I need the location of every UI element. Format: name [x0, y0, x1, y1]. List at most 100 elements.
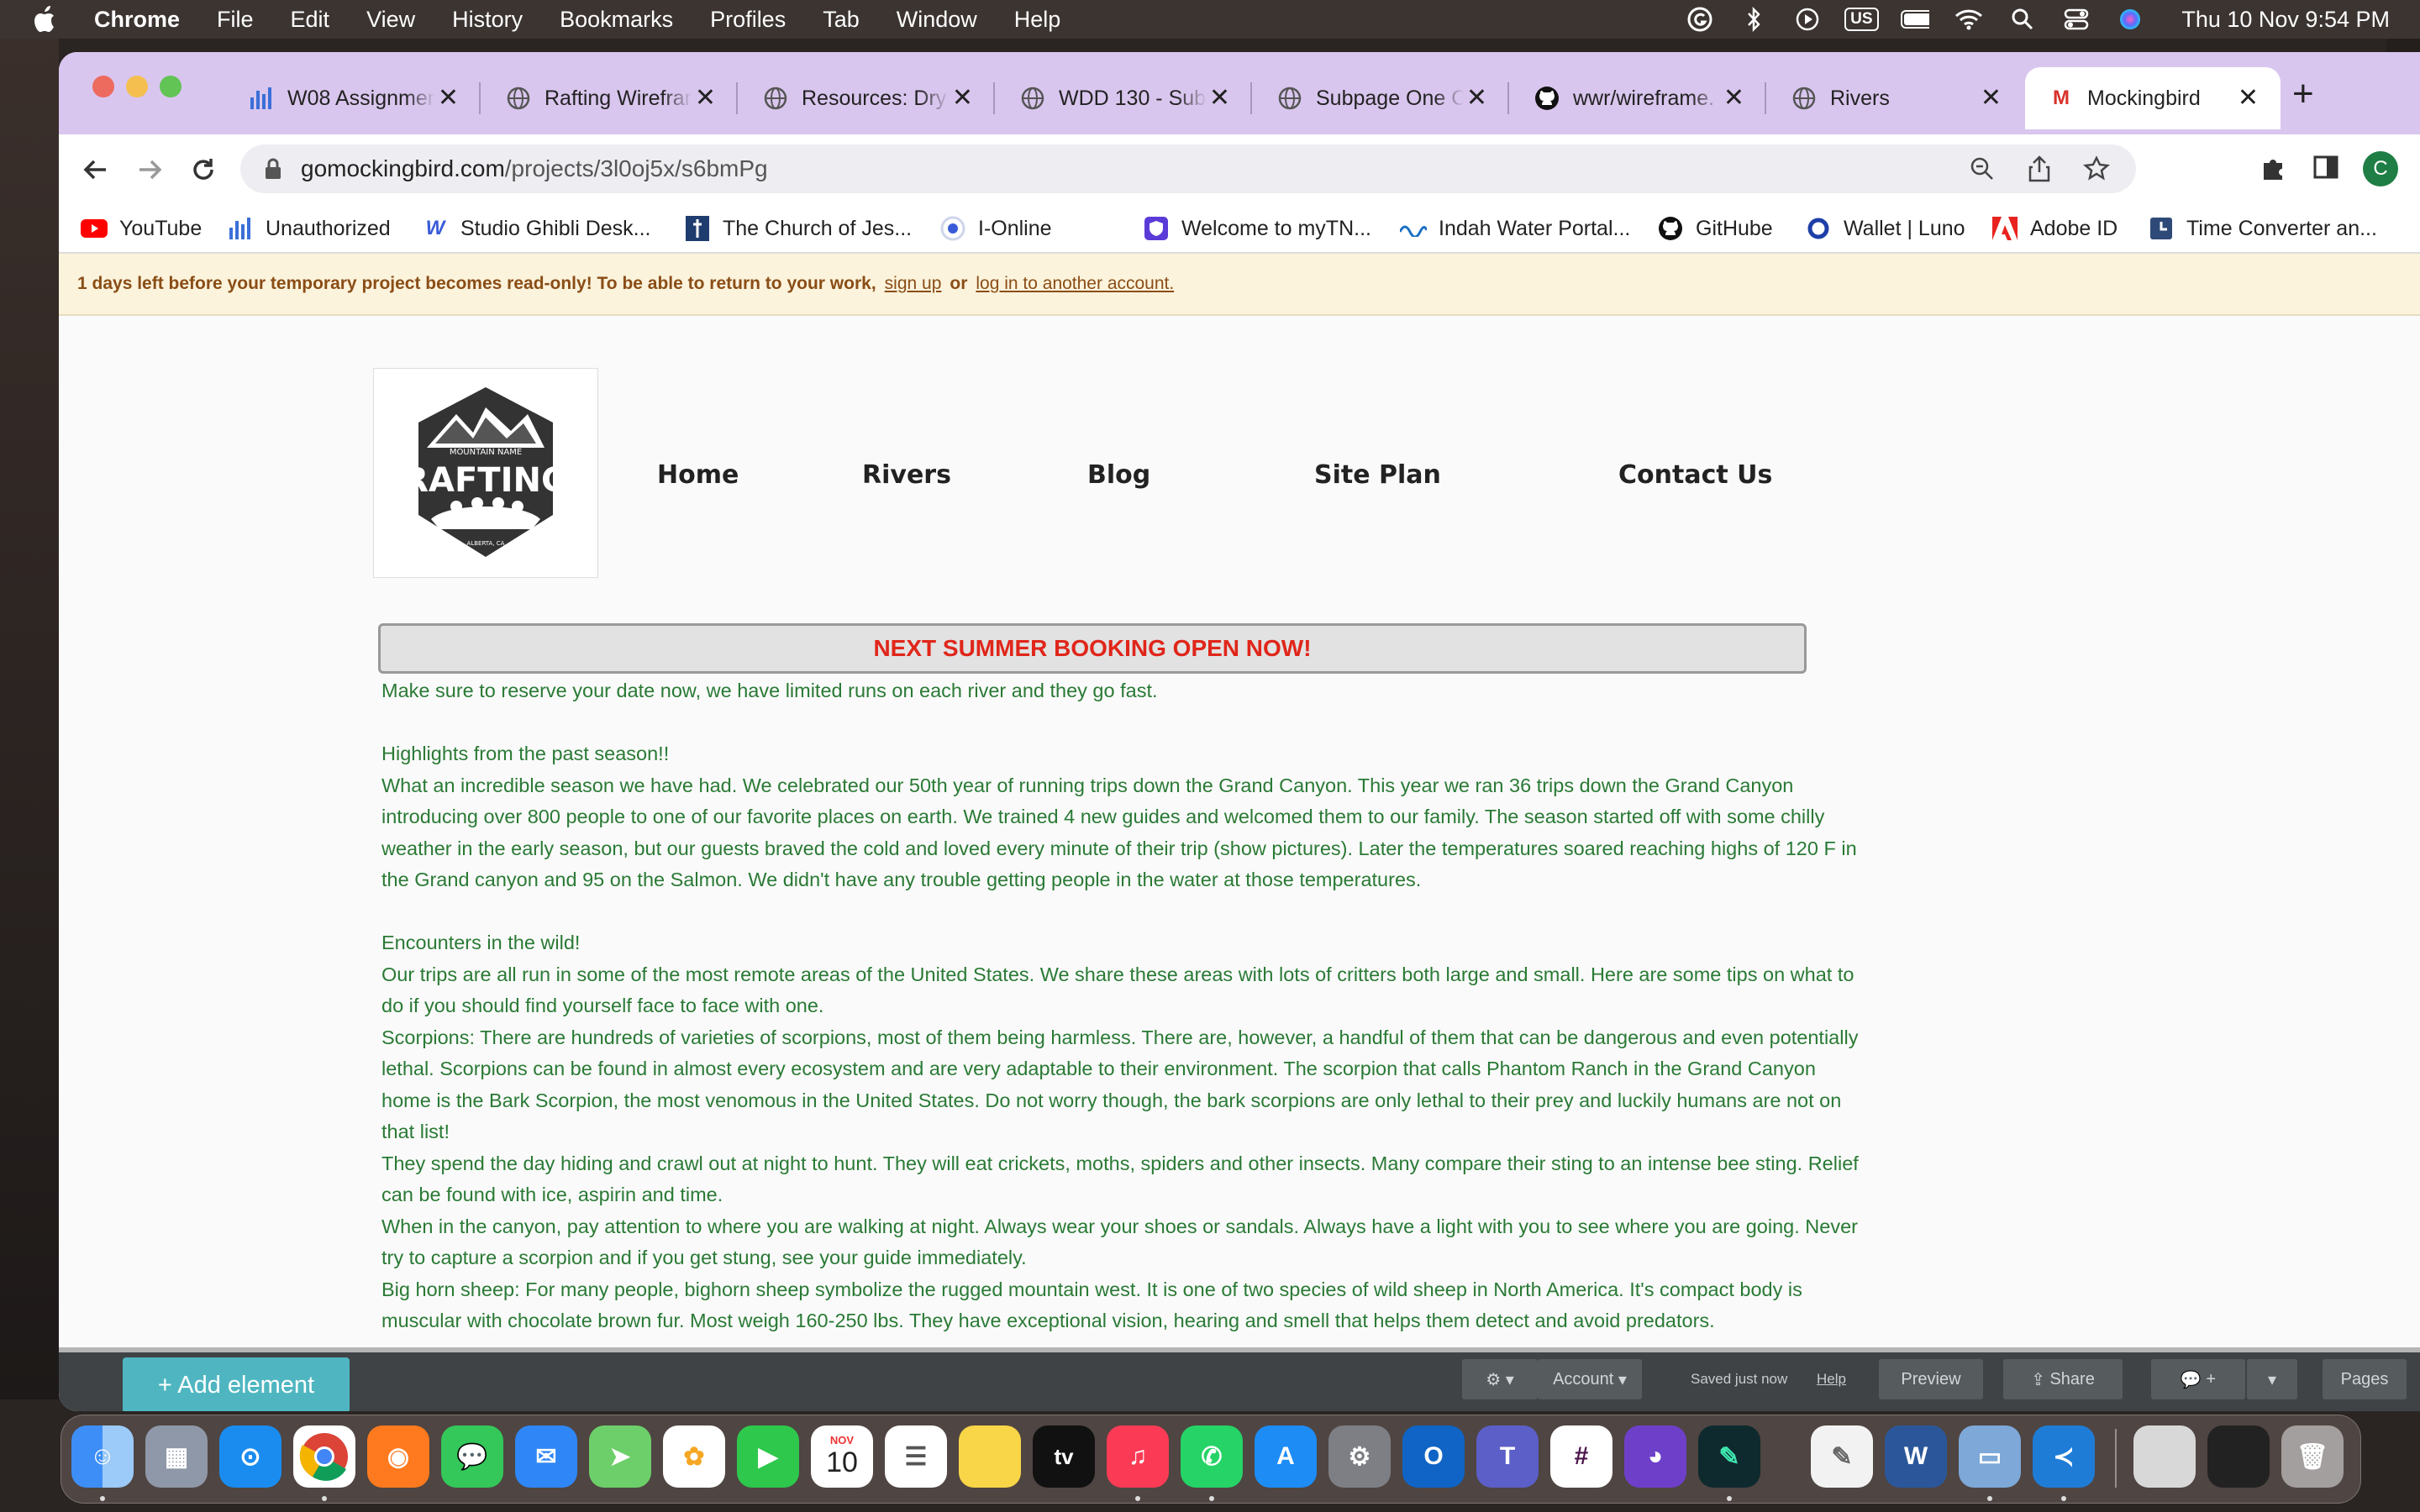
wifi-icon[interactable]	[1954, 7, 1983, 32]
downloads-stack-icon[interactable]	[2133, 1425, 2196, 1488]
tab-rivers[interactable]: Rivers ✕	[1768, 67, 2023, 129]
tab-mockingbird[interactable]: M Mockingbird ✕	[2025, 67, 2281, 129]
preview-app-icon[interactable]: ▭	[1959, 1425, 2021, 1488]
help-link[interactable]: Help	[1817, 1359, 1846, 1399]
apple-menu-icon[interactable]	[34, 5, 62, 34]
facetime-icon[interactable]: ▶	[737, 1425, 799, 1488]
bookmark-church[interactable]: The Church of Jes...	[684, 212, 912, 245]
github-desktop-icon[interactable]: ◕	[1624, 1425, 1686, 1488]
menu-window[interactable]: Window	[897, 7, 977, 33]
firefox-icon[interactable]: ◉	[367, 1425, 429, 1488]
lock-icon[interactable]	[264, 157, 282, 181]
bookmark-luno[interactable]: Wallet | Luno	[1805, 212, 1965, 245]
tab-close-icon[interactable]: ✕	[952, 86, 973, 111]
menu-app-name[interactable]: Chrome	[94, 7, 180, 33]
reload-icon[interactable]	[185, 151, 222, 188]
rafting-logo[interactable]: RAFTING MOUNTAIN NAME ALBERTA, CA	[373, 368, 598, 578]
slack-icon[interactable]: #	[1550, 1425, 1612, 1488]
mail-icon[interactable]: ✉	[515, 1425, 577, 1488]
whatsapp-icon[interactable]: ✆	[1181, 1425, 1243, 1488]
calendar-icon[interactable]: NOV 10	[811, 1425, 873, 1488]
log-in-link[interactable]: log in to another account.	[976, 274, 1174, 294]
bookmark-adobe[interactable]: Adobe ID	[1991, 212, 2118, 245]
tab-close-icon[interactable]: ✕	[1209, 86, 1230, 111]
menu-profiles[interactable]: Profiles	[710, 7, 786, 33]
photos-icon[interactable]: ✿	[663, 1425, 725, 1488]
nav-contact-us[interactable]: Contact Us	[1618, 460, 1772, 490]
bookmark-indah-water[interactable]: Indah Water Portal...	[1400, 212, 1630, 245]
menu-bookmarks[interactable]: Bookmarks	[560, 7, 673, 33]
tab-close-icon[interactable]: ✕	[1466, 86, 1487, 111]
tab-w08-assignment[interactable]: W08 Assignment ✕	[225, 67, 481, 129]
tab-subpage-one[interactable]: Subpage One C ✕	[1254, 67, 1509, 129]
zoom-icon[interactable]	[1966, 153, 1998, 185]
menu-clock[interactable]: Thu 10 Nov 9:54 PM	[2181, 7, 2390, 33]
address-bar[interactable]: gomockingbird.com/projects/3l0oj5x/s6bmP…	[240, 144, 2136, 193]
settings-gear-button[interactable]: ⚙ ▾	[1462, 1359, 1538, 1399]
profile-avatar[interactable]: C	[2363, 151, 2398, 186]
nav-blog[interactable]: Blog	[1087, 460, 1150, 490]
tab-close-icon[interactable]: ✕	[438, 86, 459, 111]
new-tab-button[interactable]: +	[2292, 76, 2314, 113]
share-icon[interactable]	[2023, 153, 2055, 185]
tab-close-icon[interactable]: ✕	[1981, 86, 2002, 111]
nav-rivers[interactable]: Rivers	[862, 460, 951, 490]
tab-close-icon[interactable]: ✕	[695, 86, 716, 111]
control-center-icon[interactable]	[2062, 7, 2091, 32]
tab-close-icon[interactable]: ✕	[2238, 86, 2259, 111]
forward-arrow-icon[interactable]	[131, 151, 168, 188]
tab-github-wireframe[interactable]: wwr/wireframe. ✕	[1511, 67, 1766, 129]
bookmark-i-online[interactable]: I-Online	[939, 212, 1052, 245]
system-preferences-icon[interactable]: ⚙	[1328, 1425, 1391, 1488]
apple-tv-icon[interactable]: tv	[1033, 1425, 1095, 1488]
messages-icon[interactable]: 💬	[441, 1425, 503, 1488]
close-window-button[interactable]	[92, 76, 114, 97]
side-panel-icon[interactable]	[2312, 154, 2339, 185]
comments-dropdown-button[interactable]: ▾	[2247, 1359, 2297, 1399]
reminders-icon[interactable]: ☰	[885, 1425, 947, 1488]
keyboard-layout-icon[interactable]: US	[1844, 7, 1879, 32]
pages-button[interactable]: Pages	[2323, 1359, 2407, 1399]
wireframe-canvas[interactable]: RAFTING MOUNTAIN NAME ALBERTA, CA Home R…	[59, 316, 2420, 1352]
bookmark-time-converter[interactable]: Time Converter an...	[2148, 212, 2377, 245]
trash-icon[interactable]: 🗑	[2281, 1425, 2344, 1488]
article-text[interactable]: Make sure to reserve your date now, we h…	[381, 675, 1869, 1337]
grammarly-icon[interactable]	[1686, 7, 1714, 32]
bookmark-github[interactable]: GitHube	[1657, 212, 1773, 245]
chrome-icon[interactable]	[293, 1425, 355, 1488]
menu-view[interactable]: View	[366, 7, 415, 33]
safari-icon[interactable]: ⊙	[219, 1425, 281, 1488]
tab-rafting-wireframe[interactable]: Rafting Wireframe ✕	[482, 67, 738, 129]
menu-edit[interactable]: Edit	[291, 7, 330, 33]
tab-wdd-130[interactable]: WDD 130 - Subpage ✕	[997, 67, 1252, 129]
vscode-icon[interactable]: ≺	[2033, 1425, 2095, 1488]
nav-site-plan[interactable]: Site Plan	[1314, 460, 1441, 490]
booking-announcement[interactable]: NEXT SUMMER BOOKING OPEN NOW!	[378, 623, 1807, 674]
comments-button[interactable]: 💬 +	[2151, 1359, 2245, 1399]
sign-up-link[interactable]: sign up	[885, 274, 942, 294]
share-button[interactable]: ⇪ Share	[2003, 1359, 2123, 1399]
spotlight-search-icon[interactable]	[2008, 7, 2037, 32]
zoom-window-button[interactable]	[160, 76, 182, 97]
launchpad-icon[interactable]: ▦	[145, 1425, 208, 1488]
bookmark-star-icon[interactable]	[2081, 153, 2112, 185]
add-element-button[interactable]: + Add element	[123, 1357, 350, 1411]
word-icon[interactable]: W	[1885, 1425, 1947, 1488]
filmora-icon[interactable]: ✎	[1698, 1425, 1760, 1488]
bluetooth-icon[interactable]	[1739, 7, 1768, 32]
music-icon[interactable]: ♫	[1107, 1425, 1169, 1488]
bookmark-mytn[interactable]: Welcome to myTN...	[1143, 212, 1371, 245]
back-arrow-icon[interactable]	[77, 151, 114, 188]
teams-icon[interactable]: T	[1476, 1425, 1539, 1488]
bookmark-youtube[interactable]: YouTube	[81, 212, 202, 245]
siri-icon[interactable]	[2116, 7, 2144, 32]
menu-tab[interactable]: Tab	[823, 7, 860, 33]
battery-icon[interactable]	[1901, 7, 1930, 32]
nav-home[interactable]: Home	[657, 460, 739, 490]
finder-icon[interactable]: ☺	[71, 1425, 134, 1488]
notes-icon[interactable]	[959, 1425, 1021, 1488]
textedit-icon[interactable]: ✎	[1811, 1425, 1873, 1488]
app-store-icon[interactable]: A	[1255, 1425, 1317, 1488]
terminal-stack-icon[interactable]	[2207, 1425, 2270, 1488]
bookmark-studio-ghibli[interactable]: W Studio Ghibli Desk...	[422, 212, 651, 245]
